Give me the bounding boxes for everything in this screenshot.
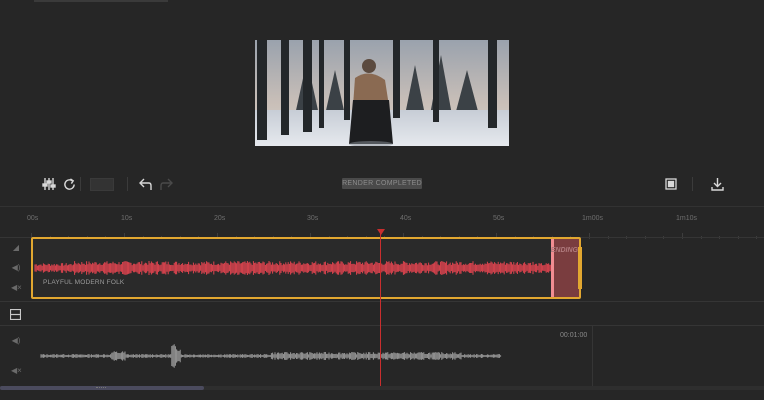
refresh-icon[interactable] [60,175,78,193]
toolbar-divider [692,177,693,191]
download-icon[interactable] [708,175,726,193]
fade-icon[interactable]: ◢ [11,243,21,253]
redo-icon[interactable] [158,175,176,193]
voice-track-controls: ◀) ◀× [0,326,31,386]
toolbar-divider [80,177,81,191]
ruler-label: 00s [27,215,39,222]
ruler-label: 10s [121,215,133,222]
ruler-tick [682,233,683,239]
music-clip[interactable]: ENDING PLAYFUL MODERN FOLK [31,237,581,299]
clip-name: PLAYFUL MODERN FOLK [43,279,125,286]
volume-icon[interactable]: ◀) [11,336,21,346]
voice-waveform [40,344,502,368]
ruler-tick [589,233,590,239]
ruler-label: 30s [307,215,319,222]
music-track-controls: ◢ ◀) ◀× [0,237,31,301]
toolbar-divider [127,177,128,191]
volume-icon[interactable]: ◀) [11,263,21,273]
ruler-label: 1m00s [582,215,604,222]
clip-duration: 00:01:00 [560,332,588,339]
mute-icon[interactable]: ◀× [11,366,22,376]
render-status-badge: RENDER COMPLETED [342,178,422,189]
ruler-label: 20s [214,215,226,222]
voice-clip[interactable] [31,326,593,386]
sliders-icon[interactable] [40,175,58,193]
add-track-icon[interactable] [9,307,22,321]
ruler-label: 40s [400,215,412,222]
ruler-label: 50s [493,215,505,222]
clip-trim-handle[interactable] [578,247,582,289]
top-divider [34,0,168,2]
undo-icon[interactable] [136,175,154,193]
ruler-label: 1m10s [676,215,698,222]
waveform-path [40,344,502,368]
playhead-handle[interactable] [377,229,385,235]
playhead[interactable] [380,232,381,390]
video-preview[interactable] [255,40,509,146]
fade-label: ENDING [550,247,578,254]
music-waveform [34,261,577,275]
waveform-path [34,261,577,275]
mute-icon[interactable]: ◀× [11,283,22,293]
scrollbar-grip [96,387,106,390]
track-divider [0,301,764,302]
fit-to-screen-icon[interactable] [662,175,680,193]
split-button[interactable] [90,178,114,191]
